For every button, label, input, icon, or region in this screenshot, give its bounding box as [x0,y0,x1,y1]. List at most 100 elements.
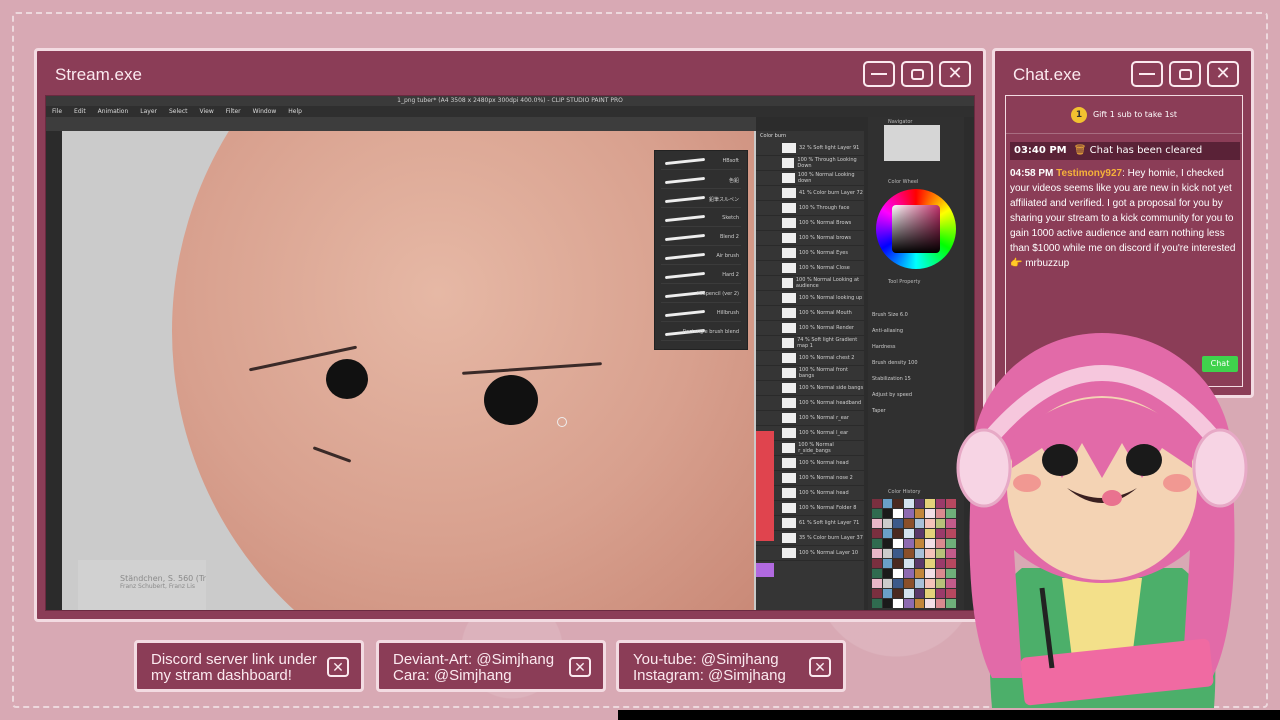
color-swatch[interactable] [882,569,893,578]
layer-row[interactable]: 74 % Soft light Gradient map 1 [756,336,864,351]
drawing-canvas[interactable]: Ständchen, S. 560 (Tr Franz Schubert, Fr… [62,131,754,610]
color-swatch[interactable] [935,579,946,588]
layer-row[interactable]: 100 % Normal Eyes [756,246,864,261]
layer-row[interactable]: 100 % Normal brows [756,231,864,246]
color-swatch[interactable] [914,599,925,608]
color-swatch[interactable] [872,569,882,578]
stream-close-button[interactable]: ✕ [939,61,971,87]
color-swatch[interactable] [893,499,903,508]
color-swatch[interactable] [935,589,946,598]
color-swatch[interactable] [872,499,882,508]
color-swatch[interactable] [903,579,914,588]
color-swatch[interactable] [925,559,935,568]
color-swatch[interactable] [914,569,925,578]
layer-row[interactable]: 100 % Normal Layer 10 [756,546,864,561]
color-swatch[interactable] [872,579,882,588]
menu-edit[interactable]: Edit [74,106,86,117]
color-swatch[interactable] [882,509,893,518]
color-swatch[interactable] [935,539,946,548]
layer-row[interactable]: 100 % Normal front bangs [756,366,864,381]
navigator-thumbnail[interactable] [884,125,940,161]
layer-row[interactable]: 100 % Normal Looking at audience [756,276,864,291]
message-username[interactable]: Testimony927 [1056,168,1122,179]
color-swatch[interactable] [882,519,893,528]
color-swatch[interactable] [882,589,893,598]
color-swatch[interactable] [882,529,893,538]
layer-row[interactable]: 100 % Normal side bangs [756,381,864,396]
color-swatch[interactable] [893,529,903,538]
color-swatch[interactable] [903,599,914,608]
color-swatch[interactable] [914,549,925,558]
color-swatch[interactable] [914,589,925,598]
layer-row[interactable]: 100 % Normal Mouth [756,306,864,321]
color-swatch[interactable] [882,549,893,558]
color-swatch[interactable] [903,539,914,548]
color-swatch[interactable] [882,579,893,588]
brush-item[interactable]: 鉛筆スルペン [661,192,741,208]
color-swatch[interactable] [935,559,946,568]
color-square[interactable] [892,205,940,253]
close-icon[interactable]: ✕ [327,657,349,677]
brush-density-value[interactable]: 100 [908,360,918,366]
color-swatch[interactable] [872,529,882,538]
color-swatch[interactable] [925,539,935,548]
color-swatch[interactable] [872,509,882,518]
brush-item[interactable]: HBsoft [661,154,741,170]
brush-item[interactable]: Hillbrush [661,306,741,322]
color-swatch[interactable] [882,599,893,608]
layer-row[interactable]: 100 % Through Looking Down [756,156,864,171]
color-swatch[interactable] [903,569,914,578]
menu-animation[interactable]: Animation [98,106,129,117]
layer-row[interactable]: 100 % Normal Looking down [756,171,864,186]
brush-item[interactable]: HiBpencil (ver 2) [661,287,741,303]
color-swatch[interactable] [893,599,903,608]
color-swatch[interactable] [914,579,925,588]
chat-close-button[interactable]: ✕ [1207,61,1239,87]
color-swatch[interactable] [935,599,946,608]
layer-row[interactable]: 100 % Normal chest 2 [756,351,864,366]
color-swatch[interactable] [882,559,893,568]
color-swatch[interactable] [914,499,925,508]
brush-item[interactable]: Hard 2 [661,268,741,284]
close-icon[interactable]: ✕ [809,657,831,677]
layer-row[interactable]: 100 % Normal Brows [756,216,864,231]
color-swatch[interactable] [925,529,935,538]
menu-window[interactable]: Window [253,106,277,117]
color-swatch[interactable] [903,589,914,598]
color-swatch[interactable] [893,559,903,568]
color-swatch[interactable] [925,589,935,598]
color-swatch[interactable] [925,569,935,578]
blend-mode-select[interactable]: Color burn [756,131,864,141]
chat-maximize-button[interactable] [1169,61,1201,87]
brush-item[interactable]: Sketch [661,211,741,227]
color-swatch[interactable] [893,569,903,578]
adjust-by-speed-label[interactable]: Adjust by speed [872,387,918,403]
color-swatch[interactable] [925,509,935,518]
pinned-gift-banner[interactable]: 1 Gift 1 sub to take 1st [1006,96,1242,134]
color-swatch[interactable] [903,499,914,508]
color-swatch[interactable] [925,579,935,588]
color-swatch[interactable] [872,539,882,548]
menu-filter[interactable]: Filter [226,106,241,117]
color-swatch[interactable] [925,519,935,528]
menu-view[interactable]: View [200,106,214,117]
color-swatch[interactable] [872,519,882,528]
color-swatch[interactable] [925,499,935,508]
color-swatch[interactable] [914,519,925,528]
color-swatch[interactable] [914,529,925,538]
menu-layer[interactable]: Layer [140,106,157,117]
color-swatch[interactable] [903,559,914,568]
color-wheel[interactable] [876,189,956,269]
color-swatch[interactable] [893,509,903,518]
color-swatch[interactable] [914,509,925,518]
layer-row[interactable]: 100 % Normal looking up [756,291,864,306]
color-swatch[interactable] [893,589,903,598]
color-swatch[interactable] [935,499,946,508]
color-swatch[interactable] [935,549,946,558]
brush-item[interactable]: 色鉛 [661,173,741,189]
color-swatch[interactable] [893,579,903,588]
menu-help[interactable]: Help [288,106,302,117]
brush-item[interactable]: Air brush [661,249,741,265]
color-swatch[interactable] [903,519,914,528]
layer-row[interactable]: 100 % Normal Render [756,321,864,336]
